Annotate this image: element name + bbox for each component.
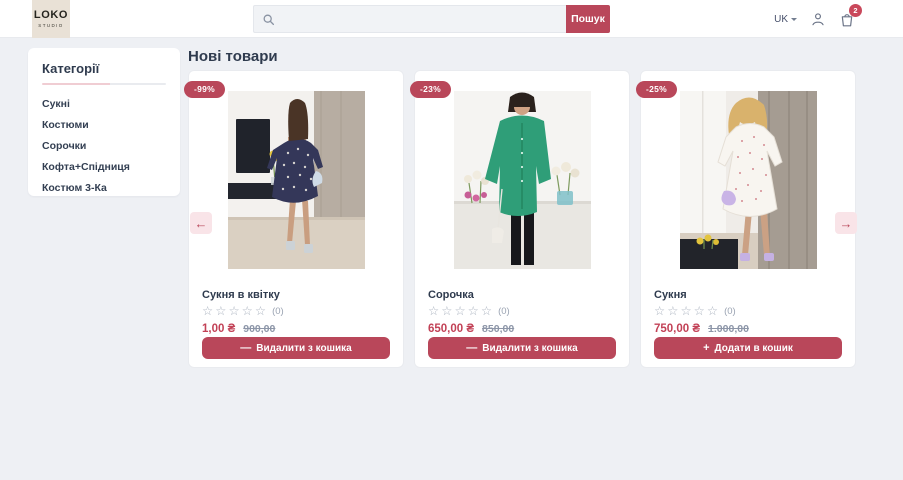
- product-name[interactable]: Сорочка: [428, 289, 616, 301]
- price-row: 1,00 ₴ 900,00: [202, 323, 390, 335]
- star-icon: ☆: [254, 304, 267, 318]
- star-icon: ☆: [215, 304, 227, 318]
- product-card: -25% Сукня ☆ ☆ ☆ ☆ ☆ (0) 750,00 ₴ 1.000,…: [636, 70, 856, 368]
- search-button[interactable]: Пошук: [566, 5, 610, 33]
- language-label: UK: [774, 13, 788, 25]
- star-icon: ☆: [654, 304, 666, 318]
- products-carousel: -99% Сукня в квітку ☆ ☆ ☆ ☆ ☆ (0) 1,00 ₴…: [184, 70, 856, 368]
- search-icon: [263, 14, 275, 25]
- product-card: -99% Сукня в квітку ☆ ☆ ☆ ☆ ☆ (0) 1,00 ₴…: [184, 70, 404, 368]
- star-icon: ☆: [706, 304, 719, 318]
- cart-button-label: Видалити з кошика: [482, 342, 578, 354]
- star-icon: ☆: [454, 304, 466, 318]
- language-selector[interactable]: UK: [774, 14, 797, 25]
- star-icon: ☆: [467, 304, 479, 318]
- rating-count: (0): [272, 305, 284, 317]
- star-icon: ☆: [667, 304, 679, 318]
- page-title: Нові товари: [188, 48, 278, 65]
- product-rating: ☆ ☆ ☆ ☆ ☆ (0): [428, 305, 616, 318]
- star-icon: ☆: [480, 304, 493, 318]
- star-icon: ☆: [241, 304, 253, 318]
- product-rating: ☆ ☆ ☆ ☆ ☆ (0): [202, 305, 390, 318]
- minus-icon: —: [466, 341, 478, 354]
- plus-icon: +: [703, 341, 710, 354]
- product-photo[interactable]: [680, 91, 817, 269]
- product-info: Сукня в квітку ☆ ☆ ☆ ☆ ☆ (0) 1,00 ₴ 900,00: [189, 289, 403, 335]
- old-price: 900,00: [243, 322, 276, 335]
- sidebar-item-shirts[interactable]: Сорочки: [42, 135, 166, 156]
- cart-count-badge: 2: [849, 3, 862, 17]
- sidebar-item-top-skirt[interactable]: Кофта+Спідниця: [42, 157, 166, 178]
- cart-button[interactable]: 2: [839, 3, 862, 28]
- page: LOKO STUDIO Пошук UK 2 Категорії Сукні К…: [0, 0, 903, 480]
- product-card: -23% Сорочка ☆ ☆ ☆ ☆ ☆ (0) 650,00 ₴ 850,…: [410, 70, 630, 368]
- header-actions: UK 2: [774, 0, 862, 38]
- sidebar-title: Категорії: [42, 61, 100, 76]
- sidebar-item-dresses[interactable]: Сукні: [42, 93, 166, 114]
- sidebar-item-suits[interactable]: Костюми: [42, 114, 166, 135]
- product-photo-art: [228, 91, 365, 269]
- product-name[interactable]: Сукня: [654, 289, 842, 301]
- product-photo[interactable]: [454, 91, 591, 269]
- carousel-prev-button[interactable]: ←: [190, 212, 212, 234]
- arrow-right-icon: →: [839, 215, 853, 231]
- search-input[interactable]: [281, 13, 558, 25]
- star-icon: ☆: [441, 304, 453, 318]
- cart-button-label: Видалити з кошика: [256, 342, 352, 354]
- top-header: LOKO STUDIO Пошук UK 2: [0, 0, 903, 38]
- current-price: 650,00 ₴: [428, 322, 475, 335]
- price-row: 650,00 ₴ 850,00: [428, 323, 616, 335]
- product-info: Сорочка ☆ ☆ ☆ ☆ ☆ (0) 650,00 ₴ 850,00: [415, 289, 629, 335]
- minus-icon: —: [240, 341, 252, 354]
- product-photo[interactable]: [228, 91, 365, 269]
- search-box: [253, 5, 566, 33]
- current-price: 1,00 ₴: [202, 322, 236, 335]
- user-icon: [812, 13, 824, 26]
- carousel-next-button[interactable]: →: [835, 212, 857, 234]
- price-row: 750,00 ₴ 1.000,00: [654, 323, 842, 335]
- product-photo-art: [454, 91, 591, 269]
- star-icon: ☆: [693, 304, 705, 318]
- remove-from-cart-button[interactable]: — Видалити з кошика: [202, 337, 390, 359]
- discount-badge: -99%: [184, 81, 226, 98]
- product-info: Сукня ☆ ☆ ☆ ☆ ☆ (0) 750,00 ₴ 1.000,00: [641, 289, 855, 335]
- chevron-down-icon: [791, 18, 797, 24]
- add-to-cart-button[interactable]: + Додати в кошик: [654, 337, 842, 359]
- star-icon: ☆: [228, 304, 240, 318]
- brand-name: LOKO: [33, 9, 69, 21]
- cart-button-label: Додати в кошик: [714, 342, 793, 354]
- star-icon: ☆: [680, 304, 692, 318]
- remove-from-cart-button[interactable]: — Видалити з кошика: [428, 337, 616, 359]
- brand-logo[interactable]: LOKO STUDIO: [32, 0, 70, 38]
- sidebar-item-suit-3pc[interactable]: Костюм 3-Ка: [42, 178, 166, 199]
- star-icon: ☆: [202, 304, 214, 318]
- rating-count: (0): [498, 305, 510, 317]
- old-price: 850,00: [482, 322, 515, 335]
- sidebar-divider: [42, 83, 166, 85]
- product-name[interactable]: Сукня в квітку: [202, 289, 390, 301]
- categories-sidebar: Категорії Сукні Костюми Сорочки Кофта+Сп…: [28, 48, 180, 196]
- search-form: Пошук: [253, 5, 610, 33]
- account-button[interactable]: [810, 11, 826, 27]
- current-price: 750,00 ₴: [654, 322, 701, 335]
- product-photo-art: [680, 91, 817, 269]
- brand-tagline: STUDIO: [38, 23, 64, 28]
- discount-badge: -23%: [410, 81, 452, 98]
- discount-badge: -25%: [636, 81, 678, 98]
- rating-count: (0): [724, 305, 736, 317]
- arrow-left-icon: ←: [194, 215, 208, 231]
- product-rating: ☆ ☆ ☆ ☆ ☆ (0): [654, 305, 842, 318]
- old-price: 1.000,00: [708, 322, 749, 335]
- star-icon: ☆: [428, 304, 440, 318]
